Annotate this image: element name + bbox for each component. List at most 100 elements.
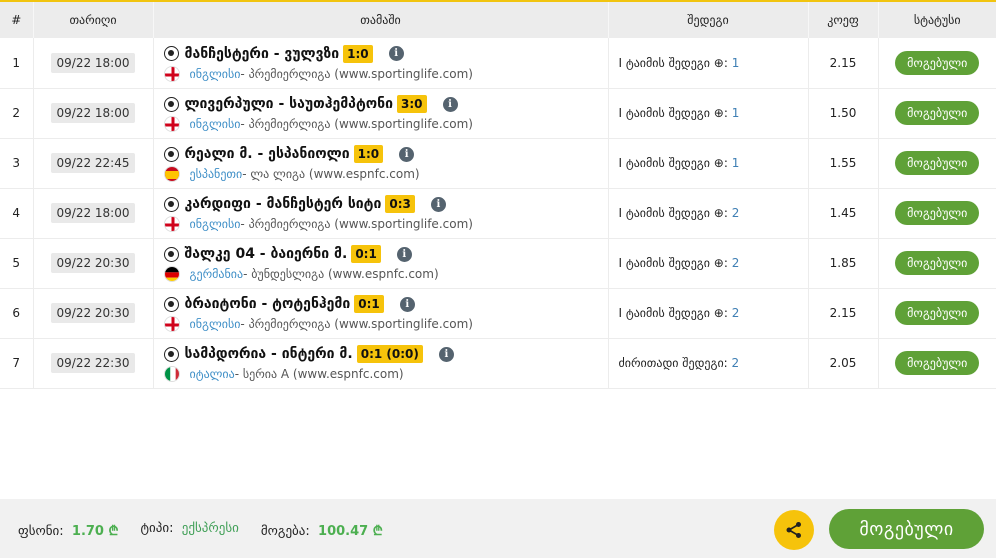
row-result-cell: I ტაიმის შედეგი ⊕: 2 (608, 188, 809, 239)
match-teams: სამპდორია - ინტერი მ. (184, 346, 353, 362)
info-icon[interactable]: i (442, 96, 458, 112)
win-amount-value: 100.47 ₾ (318, 524, 383, 539)
bet-summary-footer: ფსონი: 1.70 ₾ ტიპი: ექსპრესი მოგება: 100… (0, 499, 996, 558)
match-league: - ლა ლიგა (www.espnfc.com) (242, 167, 420, 181)
match-country[interactable]: ინგლისი (190, 217, 241, 231)
row-date-cell: 09/22 20:30 (33, 288, 154, 339)
row-odds: 1.85 (808, 238, 879, 289)
header-match: თამაში (153, 2, 609, 38)
header-status: სტატუსი (878, 2, 996, 38)
table-header-row: # თარიღი თამაში შედეგი კოეფ სტატუსი (0, 2, 996, 38)
row-number: 4 (0, 188, 34, 239)
row-number: 1 (0, 38, 34, 89)
bet-status-won-button[interactable]: მოგებული (829, 509, 984, 549)
status-won-badge[interactable]: მოგებული (895, 50, 980, 75)
row-date-cell: 09/22 18:00 (33, 88, 154, 139)
result-label: I ტაიმის შედეგი ⊕: (618, 156, 732, 170)
share-icon (786, 522, 801, 538)
match-country[interactable]: ინგლისი (190, 317, 241, 331)
info-icon[interactable]: i (430, 196, 446, 212)
status-won-badge[interactable]: მოგებული (895, 301, 980, 325)
header-num: # (0, 2, 34, 38)
result-label: I ტაიმის შედეგი ⊕: (618, 106, 732, 120)
england-flag-icon (163, 116, 180, 132)
match-score: 0:1 (351, 245, 381, 263)
row-status-cell: მოგებული (878, 88, 996, 139)
match-score: 3:0 (397, 95, 427, 113)
row-match-cell: მანჩესტერი - ვულვზი 1:0 i ინგლისი - პრემ… (153, 38, 609, 89)
row-status-cell: მოგებული (878, 138, 996, 189)
table-row: 2 09/22 18:00 ლივერპული - საუთჰემპტონი 3… (0, 88, 996, 139)
table-row: 1 09/22 18:00 მანჩესტერი - ვულვზი 1:0 i … (0, 38, 996, 89)
row-odds: 1.45 (808, 188, 879, 239)
football-icon (163, 296, 179, 312)
info-icon[interactable]: i (388, 46, 404, 62)
result-value: 1 (731, 55, 740, 70)
bet-type-label: ტიპი: (140, 521, 174, 536)
status-won-badge[interactable]: მოგებული (895, 101, 980, 125)
info-icon[interactable]: i (396, 246, 412, 262)
row-date-cell: 09/22 20:30 (33, 238, 154, 289)
match-score: 0:1 (0:0) (356, 345, 423, 363)
match-date: 09/22 18:00 (50, 103, 136, 123)
row-odds: 2.15 (808, 288, 879, 339)
england-flag-icon (163, 316, 180, 332)
match-teams: რეალი მ. - ესპანიოლი (184, 146, 350, 162)
win-amount-label: მოგება: (260, 524, 310, 539)
status-won-badge[interactable]: მოგებული (895, 201, 980, 225)
row-number: 6 (0, 288, 34, 339)
england-flag-icon (163, 65, 180, 82)
share-button[interactable] (774, 510, 814, 550)
table-row: 5 09/22 20:30 შალკე 04 - ბაიერნი მ. 0:1 … (0, 238, 996, 289)
stake-item: ფსონი: 1.70 ₾ (18, 521, 119, 539)
status-won-badge[interactable]: მოგებული (895, 151, 980, 175)
row-status-cell: მოგებული (878, 38, 996, 89)
row-odds: 1.55 (808, 138, 879, 189)
row-match-cell: ლივერპული - საუთჰემპტონი 3:0 i ინგლისი -… (153, 88, 609, 139)
match-date: 09/22 20:30 (50, 303, 136, 323)
row-result-cell: I ტაიმის შედეგი ⊕: 1 (608, 138, 809, 189)
row-odds: 2.15 (808, 38, 879, 89)
row-status-cell: მოგებული (878, 188, 996, 239)
match-country[interactable]: გერმანია (190, 267, 244, 281)
table-row: 7 09/22 22:30 სამპდორია - ინტერი მ. 0:1 … (0, 338, 996, 389)
match-teams: ბრაიტონი - ტოტენჰემი (184, 296, 351, 312)
row-status-cell: მოგებული (878, 338, 996, 389)
match-league: - სერია A (www.espnfc.com) (234, 367, 404, 381)
result-label: I ტაიმის შედეგი ⊕: (618, 306, 732, 320)
header-odds: კოეფ (808, 2, 879, 38)
result-label: I ტაიმის შედეგი ⊕: (618, 55, 732, 70)
football-icon (163, 346, 179, 362)
row-result-cell: I ტაიმის შედეგი ⊕: 1 (608, 38, 809, 89)
match-country[interactable]: ინგლისი (190, 117, 241, 131)
stake-value: 1.70 ₾ (71, 524, 119, 539)
match-teams: კარდიფი - მანჩესტერ სიტი (184, 196, 382, 212)
row-result-cell: ძირითადი შედეგი: 2 (608, 338, 809, 389)
result-label: I ტაიმის შედეგი ⊕: (618, 206, 732, 220)
italy-flag-icon (163, 366, 180, 382)
result-label: ძირითადი შედეგი: (618, 356, 732, 370)
match-country[interactable]: ესპანეთი (190, 167, 243, 181)
match-country[interactable]: იტალია (190, 367, 235, 381)
info-icon[interactable]: i (399, 146, 415, 162)
row-number: 7 (0, 338, 34, 389)
info-icon[interactable]: i (438, 346, 454, 362)
row-match-cell: კარდიფი - მანჩესტერ სიტი 0:3 i ინგლისი -… (153, 188, 609, 239)
germany-flag-icon (163, 266, 180, 282)
result-value: 2 (731, 356, 740, 370)
row-number: 3 (0, 138, 34, 189)
row-date-cell: 09/22 18:00 (33, 188, 154, 239)
row-date-cell: 09/22 22:45 (33, 138, 154, 189)
info-icon[interactable]: i (399, 296, 415, 312)
row-status-cell: მოგებული (878, 238, 996, 289)
match-score: 1:0 (343, 44, 373, 63)
result-value: 1 (731, 156, 740, 170)
status-won-badge[interactable]: მოგებული (895, 251, 980, 275)
bet-summary-stats: ფსონი: 1.70 ₾ ტიპი: ექსპრესი მოგება: 100… (18, 521, 405, 539)
table-row: 4 09/22 18:00 კარდიფი - მანჩესტერ სიტი 0… (0, 188, 996, 239)
match-score: 0:3 (385, 195, 415, 213)
status-won-badge[interactable]: მოგებული (895, 351, 980, 375)
match-country[interactable]: ინგლისი (190, 67, 241, 81)
bet-type-value: ექსპრესი (181, 521, 239, 536)
match-league: - პრემიერლიგა (www.sportinglife.com) (240, 66, 473, 81)
